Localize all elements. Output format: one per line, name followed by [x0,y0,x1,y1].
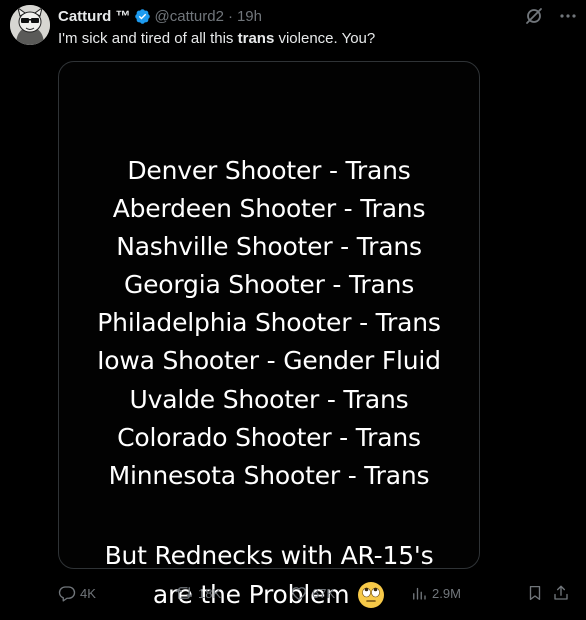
cartoon-cat-avatar-image [10,5,50,45]
like-button[interactable]: 67K [290,584,335,602]
reply-count: 4K [80,585,96,601]
media-line: Georgia Shooter - Trans [123,270,415,300]
avatar[interactable] [10,5,50,45]
media-line: Philadelphia Shooter - Trans [97,308,441,338]
repost-count: 18K [198,585,222,601]
media-line: Colorado Shooter - Trans [117,422,421,452]
grok-icon[interactable] [524,6,544,31]
media-line: Uvalde Shooter - Trans [129,384,409,414]
tweet-text-after: violence. You? [274,30,376,47]
reply-icon [58,584,76,602]
media-line: Denver Shooter - Trans [127,156,411,185]
media-line: Iowa Shooter - Gender Fluid [97,346,441,376]
bookmark-button[interactable] [526,584,544,602]
tweet-header: Catturd ™ @catturd2 · 19h [58,6,576,26]
share-icon [552,584,570,602]
like-count: 67K [312,585,336,601]
media-text-lines: Denver Shooter - Trans Aberdeen Shooter … [59,152,479,495]
media-tagline-line-1: But Rednecks with AR-15's [104,541,434,570]
tweet-text-before: I'm sick and tired of all this [58,30,238,47]
repost-button[interactable]: 18K [174,584,221,602]
timestamp[interactable]: 19h [237,8,262,25]
bookmark-icon [526,584,544,602]
top-actions [524,6,578,31]
views-icon [410,584,428,602]
like-icon [290,584,308,602]
tweet-action-bar: 4K 18K 67K 2.9M [58,584,576,606]
share-button[interactable] [552,584,570,602]
media-line: Aberdeen Shooter - Trans [112,194,426,224]
more-icon[interactable] [558,6,578,31]
tweet-text-bold: trans [237,30,275,47]
tweet-text: I'm sick and tired of all this trans vio… [58,29,375,49]
repost-icon [174,584,194,602]
views-count: 2.9M [432,585,461,601]
verified-badge-icon[interactable] [134,8,151,25]
handle[interactable]: @catturd2 [155,8,224,25]
tweet-media-image[interactable]: Denver Shooter - Trans Aberdeen Shooter … [58,61,480,609]
separator-dot: · [227,7,233,25]
media-line: Nashville Shooter - Trans [116,232,422,262]
reply-button[interactable]: 4K [58,584,96,602]
media-line: Minnesota Shooter - Trans [108,460,430,490]
display-name[interactable]: Catturd ™ [58,8,131,25]
views-button[interactable]: 2.9M [410,584,461,602]
